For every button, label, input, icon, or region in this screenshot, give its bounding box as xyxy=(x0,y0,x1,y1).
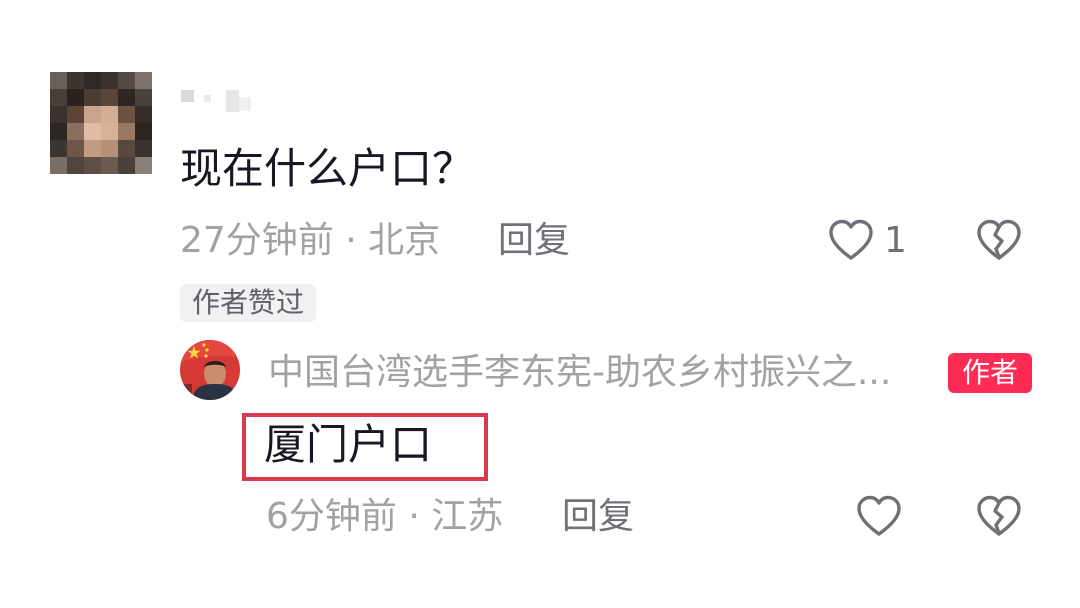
meta-separator: · xyxy=(345,220,357,261)
dislike-button[interactable] xyxy=(974,216,1024,266)
avatar-image xyxy=(180,340,240,400)
author-tag: 作者 xyxy=(948,353,1032,393)
like-button[interactable] xyxy=(826,216,876,266)
reply-time: 6分钟前 xyxy=(266,496,397,537)
reply-like-button[interactable] xyxy=(854,492,904,542)
username-redacted xyxy=(181,88,253,112)
reply-button[interactable]: 回复 xyxy=(498,216,570,266)
heart-outline-icon xyxy=(857,495,901,536)
comment-text: 现在什么户口？ xyxy=(180,144,475,193)
reply-item: 中国台湾选手李东宪-助农乡村振兴之... 作者 厦门户口 6分钟前 · 江苏 回… xyxy=(0,330,1080,608)
like-count: 1 xyxy=(884,220,907,261)
comment-location: 北京 xyxy=(368,220,441,261)
avatar[interactable] xyxy=(50,72,152,174)
meta-separator: · xyxy=(408,496,420,537)
comment-meta: 27分钟前 · 北京 xyxy=(180,216,440,266)
reply-avatar[interactable] xyxy=(180,340,240,400)
reply-dislike-button[interactable] xyxy=(974,492,1024,542)
reply-meta: 6分钟前 · 江苏 xyxy=(266,492,503,542)
broken-heart-icon xyxy=(977,495,1021,536)
reply-reply-button[interactable]: 回复 xyxy=(562,492,634,542)
reply-location: 江苏 xyxy=(431,496,504,537)
comment-time: 27分钟前 xyxy=(180,220,334,261)
comment-item: 现在什么户口？ 27分钟前 · 北京 回复 1 作者赞过 xyxy=(0,0,1080,330)
reply-text: 厦门户口 xyxy=(264,420,433,469)
reply-author-name[interactable]: 中国台湾选手李东宪-助农乡村振兴之... xyxy=(268,348,891,398)
broken-heart-icon xyxy=(977,219,1021,260)
heart-outline-icon xyxy=(829,219,873,260)
author-liked-badge: 作者赞过 xyxy=(180,284,317,322)
